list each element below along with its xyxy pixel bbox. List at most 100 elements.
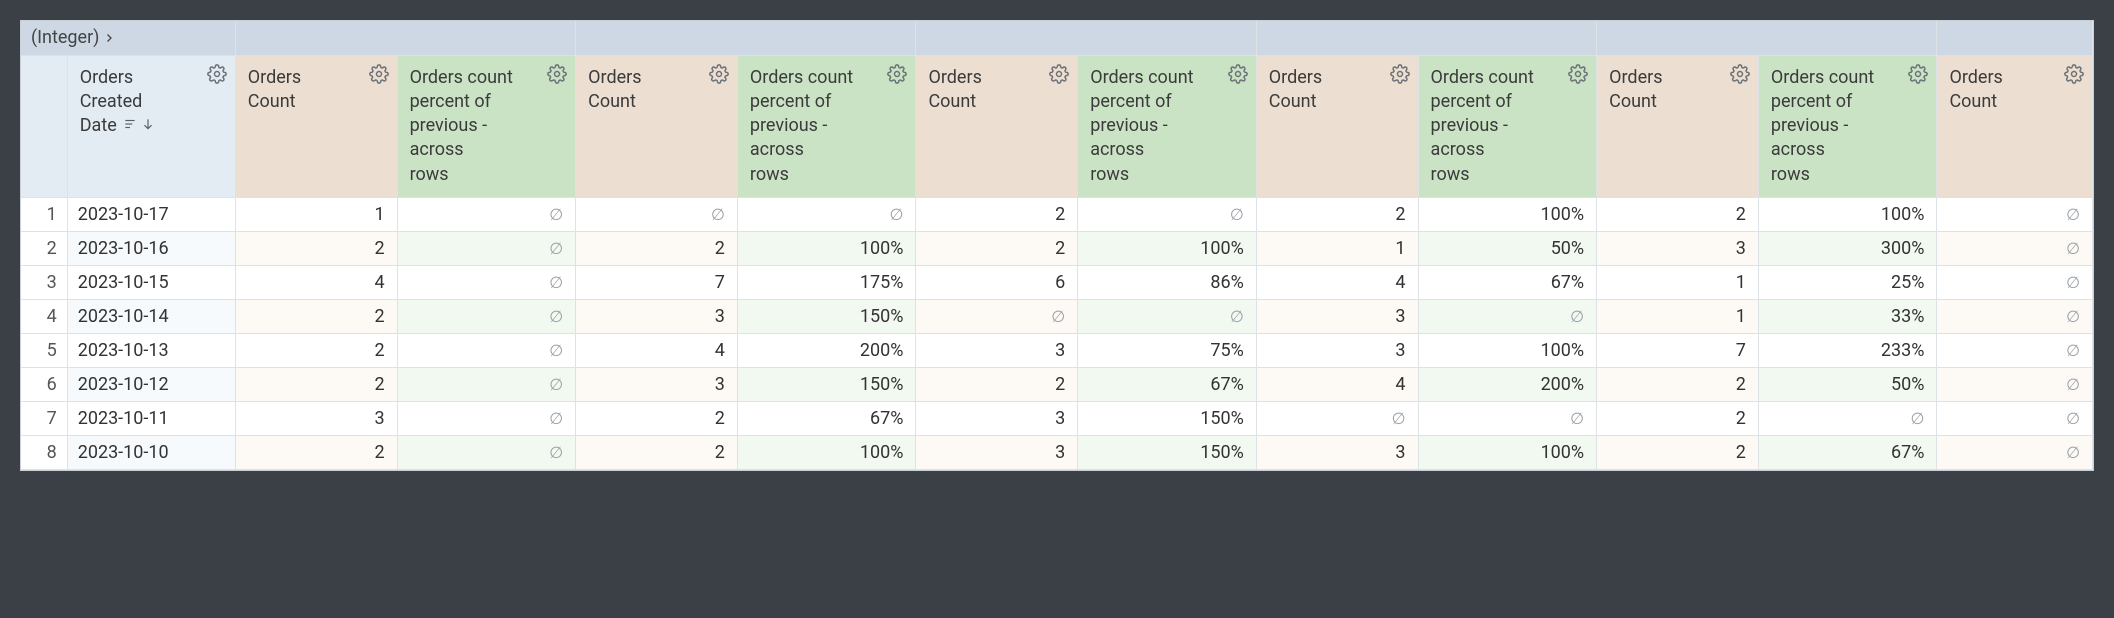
cell-orders-count-pct[interactable]: 100% xyxy=(1418,333,1597,367)
cell-orders-count[interactable]: 3 xyxy=(235,401,397,435)
cell-orders-count-pct[interactable]: ∅ xyxy=(397,299,576,333)
column-header-orders-count-pct-prev[interactable]: Orders countpercent ofprevious -acrossro… xyxy=(397,55,576,197)
cell-created-date[interactable]: 2023-10-10 xyxy=(67,435,235,469)
cell-orders-count-pct[interactable]: 200% xyxy=(737,333,916,367)
group-header-blank[interactable] xyxy=(1256,21,1596,55)
cell-orders-count-pct[interactable]: ∅ xyxy=(397,333,576,367)
column-header-orders-count[interactable]: OrdersCount xyxy=(1937,55,2093,197)
gear-icon[interactable] xyxy=(709,64,729,84)
cell-orders-count[interactable]: 2 xyxy=(916,197,1078,231)
cell-orders-count-pct[interactable]: 33% xyxy=(1758,299,1937,333)
gear-icon[interactable] xyxy=(207,64,227,84)
column-header-orders-count-pct-prev[interactable]: Orders countpercent ofprevious -acrossro… xyxy=(1758,55,1937,197)
cell-orders-count-pct[interactable]: 150% xyxy=(1078,435,1257,469)
cell-orders-count[interactable]: 4 xyxy=(1256,367,1418,401)
cell-orders-count[interactable]: ∅ xyxy=(1937,265,2093,299)
gear-icon[interactable] xyxy=(1049,64,1069,84)
cell-orders-count[interactable]: 2 xyxy=(235,299,397,333)
cell-orders-count[interactable]: 2 xyxy=(916,231,1078,265)
cell-orders-count[interactable]: ∅ xyxy=(1256,401,1418,435)
cell-orders-count[interactable]: 3 xyxy=(576,299,738,333)
cell-orders-count[interactable]: 2 xyxy=(1597,367,1759,401)
cell-orders-count[interactable]: 3 xyxy=(1256,333,1418,367)
column-header-created-date[interactable]: OrdersCreatedDate xyxy=(67,55,235,197)
column-header-orders-count[interactable]: OrdersCount xyxy=(235,55,397,197)
cell-orders-count[interactable]: 1 xyxy=(1597,265,1759,299)
cell-orders-count[interactable]: ∅ xyxy=(1937,333,2093,367)
cell-orders-count[interactable]: 2 xyxy=(576,401,738,435)
cell-orders-count-pct[interactable]: 75% xyxy=(1078,333,1257,367)
column-header-orders-count[interactable]: OrdersCount xyxy=(576,55,738,197)
cell-orders-count[interactable]: 4 xyxy=(576,333,738,367)
cell-orders-count[interactable]: 4 xyxy=(1256,265,1418,299)
cell-orders-count[interactable]: 6 xyxy=(916,265,1078,299)
cell-created-date[interactable]: 2023-10-15 xyxy=(67,265,235,299)
cell-orders-count-pct[interactable]: ∅ xyxy=(397,265,576,299)
cell-orders-count-pct[interactable]: 86% xyxy=(1078,265,1257,299)
cell-orders-count[interactable]: 7 xyxy=(576,265,738,299)
cell-orders-count-pct[interactable]: 100% xyxy=(1418,197,1597,231)
cell-orders-count-pct[interactable]: 100% xyxy=(1758,197,1937,231)
cell-orders-count[interactable]: 2 xyxy=(916,367,1078,401)
cell-orders-count-pct[interactable]: ∅ xyxy=(1418,299,1597,333)
cell-orders-count[interactable]: 2 xyxy=(235,435,397,469)
group-header-blank[interactable] xyxy=(576,21,916,55)
column-header-orders-count[interactable]: OrdersCount xyxy=(1597,55,1759,197)
cell-orders-count-pct[interactable]: ∅ xyxy=(397,401,576,435)
cell-orders-count[interactable]: 3 xyxy=(1256,435,1418,469)
cell-orders-count[interactable]: 2 xyxy=(235,231,397,265)
cell-orders-count-pct[interactable]: ∅ xyxy=(397,367,576,401)
column-header-orders-count-pct-prev[interactable]: Orders countpercent ofprevious -acrossro… xyxy=(1078,55,1257,197)
gear-icon[interactable] xyxy=(1228,64,1248,84)
cell-orders-count[interactable]: 4 xyxy=(235,265,397,299)
cell-orders-count[interactable]: 3 xyxy=(916,435,1078,469)
cell-created-date[interactable]: 2023-10-13 xyxy=(67,333,235,367)
cell-created-date[interactable]: 2023-10-17 xyxy=(67,197,235,231)
group-header-blank[interactable] xyxy=(1937,21,2093,55)
cell-orders-count-pct[interactable]: 67% xyxy=(1758,435,1937,469)
gear-icon[interactable] xyxy=(1908,64,1928,84)
cell-orders-count[interactable]: 2 xyxy=(1256,197,1418,231)
cell-orders-count-pct[interactable]: 100% xyxy=(1418,435,1597,469)
cell-orders-count-pct[interactable]: ∅ xyxy=(1758,401,1937,435)
group-header-blank[interactable] xyxy=(916,21,1256,55)
cell-orders-count-pct[interactable]: ∅ xyxy=(397,197,576,231)
cell-orders-count-pct[interactable]: 50% xyxy=(1758,367,1937,401)
cell-orders-count-pct[interactable]: 100% xyxy=(737,231,916,265)
cell-orders-count[interactable]: 2 xyxy=(576,231,738,265)
group-header-blank[interactable] xyxy=(1597,21,1937,55)
cell-orders-count[interactable]: ∅ xyxy=(1937,299,2093,333)
column-header-orders-count[interactable]: OrdersCount xyxy=(1256,55,1418,197)
column-header-orders-count[interactable]: OrdersCount xyxy=(916,55,1078,197)
cell-created-date[interactable]: 2023-10-16 xyxy=(67,231,235,265)
cell-orders-count[interactable]: 2 xyxy=(576,435,738,469)
cell-orders-count-pct[interactable]: 233% xyxy=(1758,333,1937,367)
cell-orders-count[interactable]: ∅ xyxy=(1937,435,2093,469)
column-header-orders-count-pct-prev[interactable]: Orders countpercent ofprevious -acrossro… xyxy=(1418,55,1597,197)
cell-orders-count-pct[interactable]: 175% xyxy=(737,265,916,299)
cell-orders-count[interactable]: ∅ xyxy=(1937,197,2093,231)
cell-orders-count[interactable]: ∅ xyxy=(916,299,1078,333)
cell-orders-count[interactable]: 2 xyxy=(235,367,397,401)
cell-created-date[interactable]: 2023-10-12 xyxy=(67,367,235,401)
cell-orders-count-pct[interactable]: 200% xyxy=(1418,367,1597,401)
cell-orders-count[interactable]: 2 xyxy=(235,333,397,367)
cell-orders-count-pct[interactable]: 25% xyxy=(1758,265,1937,299)
cell-orders-count-pct[interactable]: ∅ xyxy=(397,435,576,469)
cell-orders-count-pct[interactable]: 67% xyxy=(1078,367,1257,401)
gear-icon[interactable] xyxy=(1568,64,1588,84)
cell-created-date[interactable]: 2023-10-11 xyxy=(67,401,235,435)
cell-orders-count[interactable]: 2 xyxy=(1597,197,1759,231)
cell-orders-count-pct[interactable]: 150% xyxy=(737,367,916,401)
cell-orders-count-pct[interactable]: 67% xyxy=(737,401,916,435)
cell-orders-count[interactable]: ∅ xyxy=(1937,231,2093,265)
cell-orders-count[interactable]: 2 xyxy=(1597,401,1759,435)
cell-orders-count-pct[interactable]: ∅ xyxy=(1418,401,1597,435)
cell-orders-count[interactable]: ∅ xyxy=(576,197,738,231)
cell-orders-count-pct[interactable]: 100% xyxy=(1078,231,1257,265)
gear-icon[interactable] xyxy=(547,64,567,84)
cell-orders-count[interactable]: 2 xyxy=(1597,435,1759,469)
cell-orders-count[interactable]: 1 xyxy=(1256,231,1418,265)
group-header-blank[interactable] xyxy=(235,21,575,55)
cell-orders-count[interactable]: 3 xyxy=(576,367,738,401)
